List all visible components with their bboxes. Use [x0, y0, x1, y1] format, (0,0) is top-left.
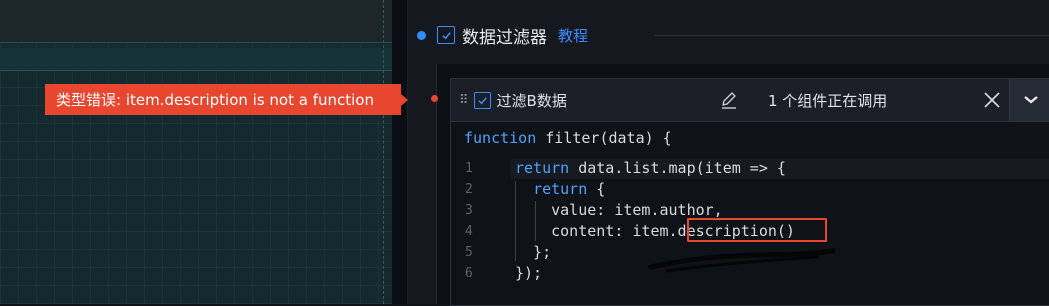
panel-divider[interactable] [392, 0, 408, 304]
line-number: 3 [465, 203, 473, 218]
section-indicator-dot [417, 30, 426, 40]
error-tooltip-arrow [401, 94, 408, 106]
data-filter-checkbox[interactable] [437, 26, 455, 44]
code-line-5[interactable]: }; [515, 243, 551, 261]
section-divider [654, 35, 1049, 36]
line-number: 5 [465, 245, 473, 260]
checkbox-checked-icon [441, 31, 451, 39]
line-number: 4 [465, 224, 473, 239]
expand-filter-button[interactable] [1009, 79, 1049, 121]
canvas-selected-band [0, 48, 392, 71]
chevron-down-icon [1023, 96, 1038, 104]
error-highlight-box [687, 218, 827, 242]
canvas-header-bar [0, 0, 392, 43]
preview-canvas [0, 0, 392, 304]
line-number: 1 [465, 161, 473, 176]
checkbox-checked-icon [477, 96, 487, 104]
code-line-3[interactable]: value: item.author, [515, 201, 723, 219]
line-number: 2 [465, 182, 473, 197]
code-line-1[interactable]: return data.list.map(item => { [515, 159, 786, 177]
code-line-2[interactable]: return { [515, 180, 605, 198]
tutorial-link[interactable]: 教程 [558, 25, 588, 46]
data-filter-title: 数据过滤器 [462, 27, 547, 48]
close-icon[interactable] [981, 89, 1003, 111]
drag-handle-icon[interactable]: ⠿ [459, 93, 468, 108]
scribble-mark [648, 248, 836, 273]
filter-card: ⠿ 过滤B数据 1 个组件正在调用 function filter(data) … [450, 78, 1049, 306]
filter-card-header: ⠿ 过滤B数据 1 个组件正在调用 [451, 79, 1049, 122]
code-line-6[interactable]: }); [515, 264, 542, 282]
filter-name: 过滤B数据 [496, 91, 567, 110]
filter-usage-count: 1 个组件正在调用 [768, 92, 888, 110]
canvas-guide-line [383, 0, 384, 304]
error-tooltip: 类型错误: item.description is not a function [45, 84, 401, 115]
error-indicator-dot [431, 95, 438, 102]
pencil-icon[interactable] [719, 90, 739, 110]
line-number: 6 [465, 266, 473, 281]
signature-rest: filter(data) { [545, 129, 672, 147]
filter-enable-checkbox[interactable] [473, 91, 491, 109]
filter-signature: function filter(data) { [464, 129, 672, 147]
